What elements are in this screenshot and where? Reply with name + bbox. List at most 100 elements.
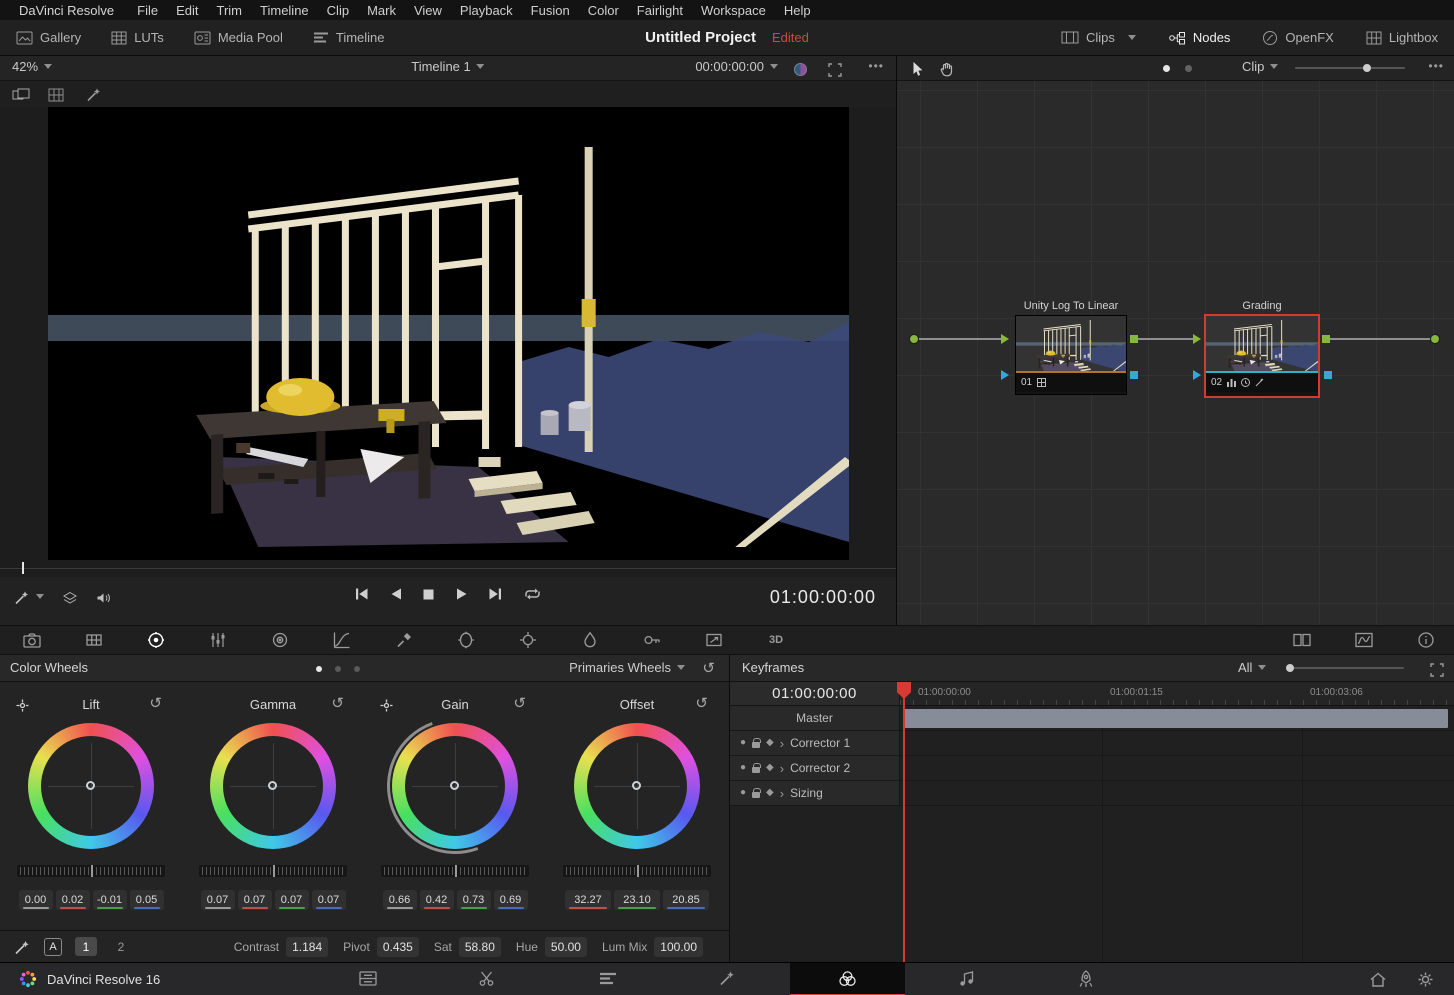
fusion-page-button[interactable]	[719, 970, 737, 987]
lift-g-value[interactable]: -0.01	[93, 890, 127, 910]
keyframes-filter-select[interactable]: All	[1238, 660, 1266, 675]
menu-trim[interactable]: Trim	[208, 3, 252, 18]
curves-palette-icon[interactable]	[332, 630, 352, 650]
menu-color[interactable]: Color	[579, 3, 628, 18]
expand-track-arrow[interactable]: ›	[780, 787, 784, 800]
nodes-button[interactable]: Nodes	[1168, 30, 1231, 45]
lum-mix-value[interactable]: 100.00	[654, 937, 703, 957]
grab-still-button[interactable]	[14, 589, 44, 605]
lock-icon[interactable]	[752, 767, 760, 773]
deliver-page-button[interactable]	[1077, 970, 1095, 987]
media-page-button[interactable]	[359, 970, 377, 987]
expand-track-arrow[interactable]: ›	[780, 737, 784, 750]
key-palette-icon[interactable]	[642, 630, 662, 650]
gain-y-value[interactable]: 0.66	[383, 890, 417, 910]
node1-output-square[interactable]	[1130, 335, 1138, 343]
track-row-sizing[interactable]: ● ◆ › Sizing	[730, 781, 1454, 806]
settings-gear-icon[interactable]	[1417, 970, 1434, 987]
menu-workspace[interactable]: Workspace	[692, 3, 775, 18]
timeline-select[interactable]: Timeline 1	[411, 59, 484, 74]
sat-value[interactable]: 58.80	[459, 937, 501, 957]
zoom-select[interactable]: 42%	[12, 59, 52, 74]
sizing-palette-icon[interactable]	[704, 630, 724, 650]
track-row-master[interactable]: Master	[730, 706, 1454, 731]
select-tool-icon[interactable]	[911, 60, 923, 77]
play-reverse-button[interactable]	[389, 587, 402, 601]
gain-balance-indicator[interactable]	[450, 781, 459, 790]
contrast-value[interactable]: 1.184	[286, 937, 328, 957]
split-screen-icon[interactable]	[1292, 630, 1312, 650]
keyframes-playhead[interactable]	[903, 682, 905, 962]
keyframes-zoom-slider[interactable]	[1286, 667, 1404, 669]
go-to-start-button[interactable]	[354, 587, 369, 601]
lift-master-wheel[interactable]	[17, 865, 165, 877]
offset-master-wheel[interactable]	[563, 865, 711, 877]
gain-r-value[interactable]: 0.42	[420, 890, 454, 910]
scopes-icon[interactable]	[1354, 630, 1374, 650]
menu-edit[interactable]: Edit	[167, 3, 207, 18]
node-zoom-dot-small[interactable]	[1163, 65, 1170, 72]
reset-all-icon[interactable]: ↺	[702, 659, 715, 677]
lift-picker-icon[interactable]	[16, 697, 29, 712]
menu-fusion[interactable]: Fusion	[522, 3, 579, 18]
camera-raw-palette-icon[interactable]	[22, 630, 42, 650]
gamma-balance-indicator[interactable]	[268, 781, 277, 790]
lift-balance-indicator[interactable]	[86, 781, 95, 790]
master-track-bar[interactable]	[904, 709, 1448, 728]
lift-reset-icon[interactable]: ↺	[149, 694, 162, 712]
keyframe-diamond-icon[interactable]: ◆	[766, 738, 774, 748]
track-row-corrector2[interactable]: ● ◆ › Corrector 2	[730, 756, 1454, 781]
node-view-select[interactable]: Clip	[1242, 59, 1278, 74]
offset-g-value[interactable]: 23.10	[614, 890, 660, 910]
grid-view-icon[interactable]	[48, 86, 64, 102]
node-more-icon[interactable]: •••	[1428, 59, 1444, 73]
play-button[interactable]	[455, 587, 468, 601]
rgb-mixer-palette-icon[interactable]	[208, 630, 228, 650]
picker-wand-icon[interactable]	[14, 938, 31, 954]
color-page-button[interactable]	[790, 963, 905, 995]
menu-playback[interactable]: Playback	[451, 3, 522, 18]
gamma-r-value[interactable]: 0.07	[238, 890, 272, 910]
stereo-3d-palette-icon[interactable]: 3D	[766, 630, 786, 650]
viewer-timecode-select[interactable]: 00:00:00:00	[695, 59, 778, 74]
gain-g-value[interactable]: 0.73	[457, 890, 491, 910]
adjust-page-2-button[interactable]: 2	[110, 937, 132, 956]
expand-viewer-icon[interactable]	[828, 61, 842, 77]
keyframes-expand-icon[interactable]	[1430, 661, 1444, 677]
menu-app[interactable]: DaVinci Resolve	[10, 3, 128, 18]
gamma-wheel[interactable]	[210, 723, 336, 849]
palette-page-dots[interactable]	[316, 666, 360, 672]
menu-clip[interactable]: Clip	[318, 3, 358, 18]
node-zoom-slider[interactable]	[1295, 67, 1405, 69]
gain-wheel[interactable]	[392, 723, 518, 849]
loop-button[interactable]	[523, 587, 542, 601]
node-zoom-knob[interactable]	[1363, 64, 1371, 72]
project-manager-home-icon[interactable]	[1369, 971, 1387, 988]
bypass-grades-icon[interactable]	[793, 61, 808, 77]
go-to-end-button[interactable]	[488, 587, 503, 601]
info-icon[interactable]	[1416, 630, 1436, 650]
keyframe-diamond-icon[interactable]: ◆	[766, 788, 774, 798]
stop-button[interactable]	[422, 588, 435, 601]
qualifier-palette-icon[interactable]	[394, 630, 414, 650]
keyframes-zoom-knob[interactable]	[1286, 664, 1294, 672]
lightbox-button[interactable]: Lightbox	[1366, 30, 1438, 45]
lift-b-value[interactable]: 0.05	[130, 890, 164, 910]
luts-button[interactable]: LUTs	[111, 30, 164, 45]
pivot-value[interactable]: 0.435	[377, 937, 419, 957]
tracker-palette-icon[interactable]	[518, 630, 538, 650]
menu-timeline[interactable]: Timeline	[251, 3, 318, 18]
gain-b-value[interactable]: 0.69	[494, 890, 528, 910]
hue-value[interactable]: 50.00	[545, 937, 587, 957]
timeline-button[interactable]: Timeline	[313, 30, 385, 45]
wheels-mode-select[interactable]: Primaries Wheels	[569, 660, 685, 675]
offset-r-value[interactable]: 32.27	[565, 890, 611, 910]
openfx-button[interactable]: OpenFX	[1262, 30, 1333, 46]
gamma-master-wheel[interactable]	[199, 865, 347, 877]
gamma-reset-icon[interactable]: ↺	[331, 694, 344, 712]
clips-button[interactable]: Clips	[1061, 30, 1136, 45]
lift-wheel[interactable]	[28, 723, 154, 849]
dual-viewer-icon[interactable]	[12, 86, 30, 102]
keyframes-ruler[interactable]: 01:00:00:00 01:00:01:15 01:00:03:06	[900, 682, 1454, 705]
gain-reset-icon[interactable]: ↺	[513, 694, 526, 712]
